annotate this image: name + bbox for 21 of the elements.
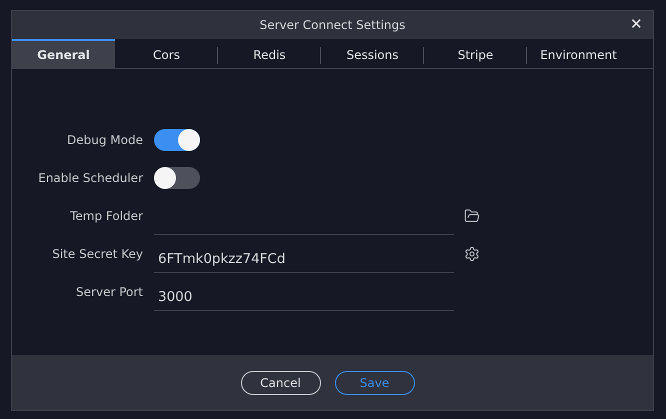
field-label: Server Port	[75, 285, 143, 299]
close-button[interactable]: ✕	[630, 15, 643, 35]
gear-icon[interactable]	[464, 246, 480, 262]
tab[interactable]: Cors	[115, 39, 218, 68]
save-button[interactable]: Save	[334, 370, 414, 394]
toggle-switch[interactable]	[154, 129, 200, 151]
field-label: Debug Mode	[66, 133, 143, 147]
window-title: Server Connect Settings	[260, 18, 406, 32]
field-label: Enable Scheduler	[37, 171, 143, 185]
tab[interactable]: Stripe	[424, 39, 527, 68]
tab[interactable]: Environment	[527, 39, 630, 68]
tab[interactable]: Redis	[218, 39, 321, 68]
input-field[interactable]: 3000	[154, 283, 454, 311]
tab[interactable]: General	[12, 39, 115, 68]
field-label: Temp Folder	[69, 209, 143, 223]
tab[interactable]: Sessions	[321, 39, 424, 68]
cancel-button[interactable]: Cancel	[240, 370, 320, 394]
field-label: Site Secret Key	[51, 247, 143, 261]
folder-icon[interactable]	[464, 208, 480, 224]
toggle-switch[interactable]	[154, 167, 200, 189]
input-field[interactable]: 6FTmk0pkzz74FCd	[154, 245, 454, 273]
